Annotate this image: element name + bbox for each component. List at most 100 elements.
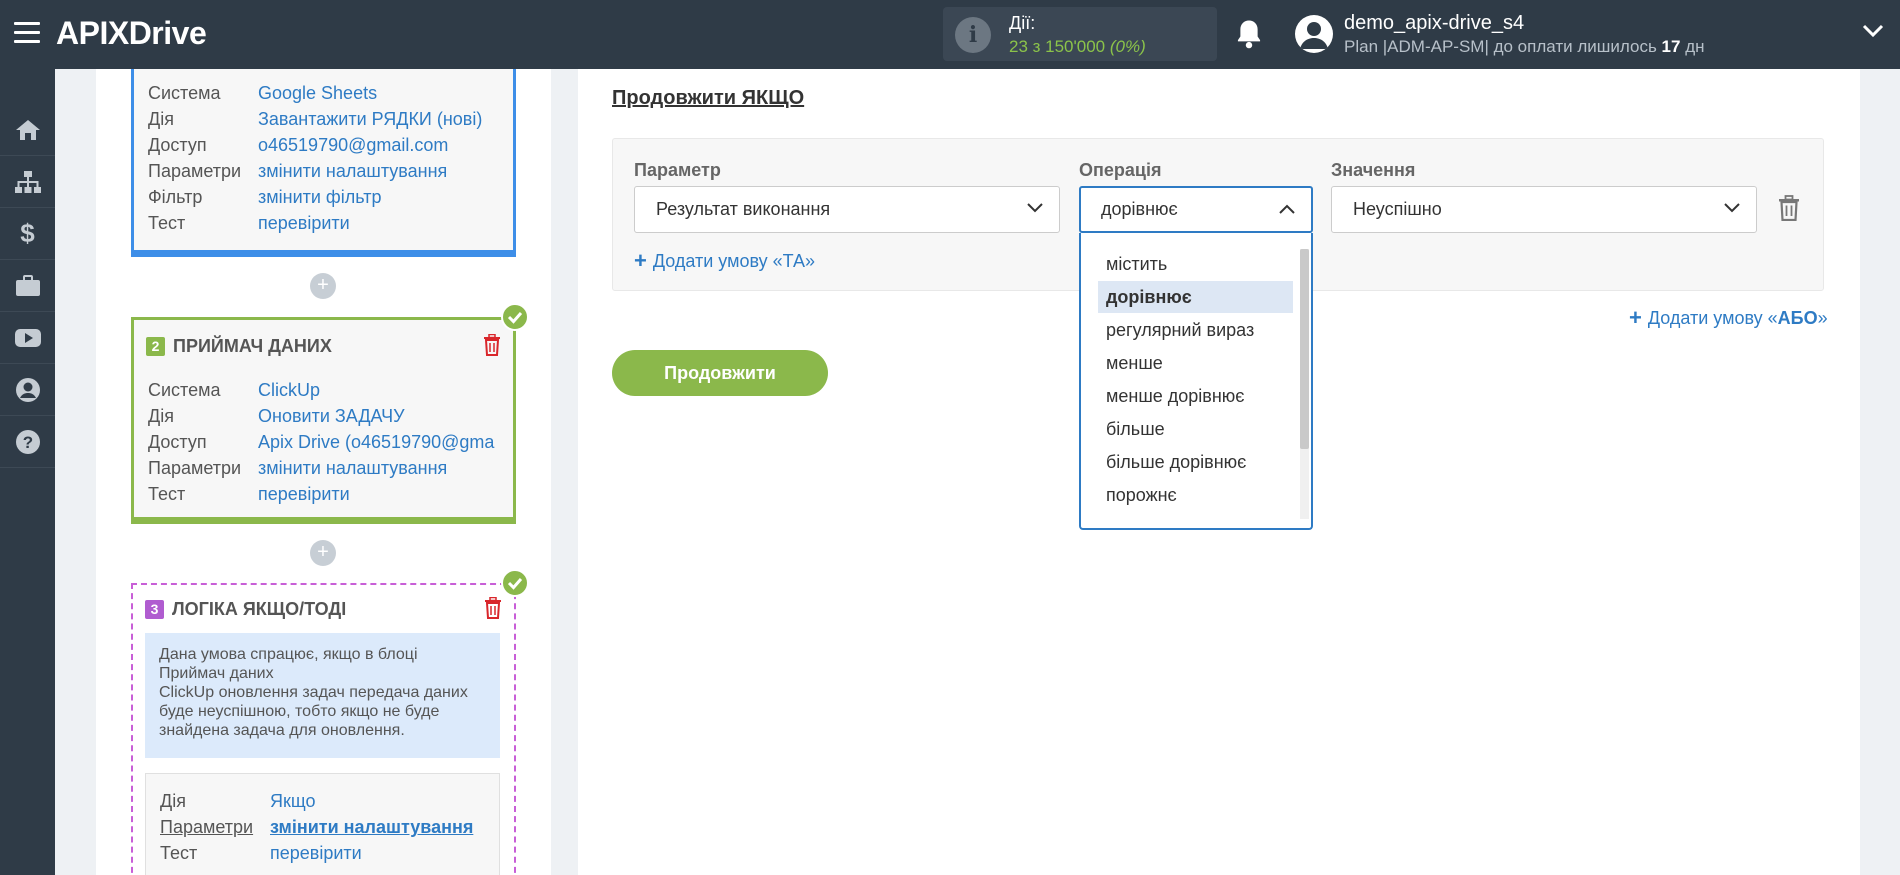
continue-button[interactable]: Продовжити [612, 350, 828, 396]
block-number-badge: 2 [146, 337, 165, 356]
hamburger-menu-icon[interactable] [14, 22, 40, 44]
trash-icon[interactable] [483, 334, 501, 356]
row-label: Фільтр [148, 187, 203, 207]
trash-icon[interactable] [484, 597, 502, 619]
actions-count-value: 23 з 150'000 [1009, 37, 1106, 56]
user-avatar-icon [1300, 22, 1328, 49]
block3-title: 3 ЛОГІКА ЯКЩО/ТОДІ [145, 599, 346, 620]
sidebar-item-briefcase[interactable] [0, 260, 55, 312]
user-avatar[interactable] [1295, 15, 1333, 53]
page-title: Продовжити ЯКЩО [612, 87, 805, 109]
parameter-label: Параметр [634, 160, 721, 180]
actions-label: Дії: [1009, 13, 1036, 33]
receiver-block: 2 ПРИЙМАЧ ДАНИХ Система ClickUp Дія Оновити… [131, 317, 516, 524]
add-block-button-2[interactable]: + [310, 540, 336, 566]
sidebar-item-home[interactable] [0, 104, 55, 156]
row-label: Параметри [160, 817, 254, 837]
check-icon [501, 569, 529, 597]
value-label: Значення [1331, 160, 1416, 180]
dropdown-scrollbar-thumb[interactable] [1300, 249, 1309, 449]
plan-days-unit: дн [1680, 37, 1705, 56]
dropdown-option[interactable]: більше дорівнює [1098, 446, 1293, 478]
actions-counter: i Дії: 23 з 150'000 (0%) [943, 7, 1217, 61]
row-value[interactable]: Завантажити РЯДКИ (нові) [258, 109, 482, 130]
dropdown-option-selected[interactable]: дорівнює [1098, 281, 1293, 313]
dropdown-option[interactable]: порожнє [1098, 479, 1293, 511]
dropdown-option[interactable]: менше [1098, 347, 1293, 379]
briefcase-icon [15, 274, 40, 296]
sidebar-item-video[interactable] [0, 312, 55, 364]
note-line: буде неуспішною, тобто якщо не буде [159, 703, 440, 720]
dropdown-option[interactable]: містить [1098, 248, 1293, 280]
add-or-condition-link[interactable]: + Додати умову «АБО» [1629, 305, 1828, 331]
dollar-icon: $ [20, 218, 35, 248]
row-value[interactable]: змінити налаштування [270, 817, 473, 838]
add-or-suffix: » [1817, 308, 1828, 328]
chevron-down-icon [1027, 203, 1043, 213]
logic-block: 3 ЛОГІКА ЯКЩО/ТОДІ Дана умова спрацює, як… [131, 583, 516, 875]
actions-count: 23 з 150'000 (0%) [1009, 37, 1146, 57]
logic-note: Дана умова спрацює, якщо в блоці Приймач… [145, 633, 500, 758]
delete-condition-icon[interactable] [1778, 195, 1800, 221]
row-label: Дія [148, 406, 174, 426]
user-name[interactable]: demo_apix-drive_s4 [1344, 12, 1524, 35]
sidebar-item-billing[interactable]: $ [0, 208, 55, 260]
row-label: Параметри [148, 458, 242, 478]
sidebar-item-structure[interactable] [0, 156, 55, 208]
row-value[interactable]: змінити фільтр [258, 187, 381, 208]
user-plan: Plan |ADM-AP-SM| до оплати лишилось 17 д… [1344, 37, 1705, 57]
row-value[interactable]: перевірити [258, 213, 350, 234]
row-label: Тест [148, 484, 186, 504]
operation-select-value: дорівнює [1101, 199, 1178, 219]
block-number-badge: 3 [145, 600, 164, 619]
value-select[interactable]: Неуспішно [1331, 186, 1757, 233]
row-value[interactable]: Google Sheets [258, 83, 377, 104]
row-value[interactable]: перевірити [258, 484, 350, 505]
sidebar: $ ? [0, 69, 55, 875]
row-label: Дія [160, 791, 186, 811]
add-block-button[interactable]: + [310, 273, 336, 299]
logic-settings: Дія Якщо Параметри змінити налаштування Те… [145, 773, 500, 875]
add-or-bold: АБО [1777, 308, 1818, 328]
add-or-label: Додати умову « [1647, 308, 1778, 328]
sidebar-item-help[interactable]: ? [0, 416, 55, 468]
dropdown-option[interactable]: більше [1098, 413, 1293, 445]
note-line: Приймач даних [159, 665, 274, 682]
info-icon: i [955, 17, 991, 53]
apix-drive-logo[interactable]: APIX Drive [56, 11, 207, 55]
row-value[interactable]: перевірити [270, 843, 362, 864]
row-label: Система [148, 380, 221, 400]
note-line: знайдена задача для оновлення. [159, 722, 405, 739]
add-and-condition-link[interactable]: + Додати умову «ТА» [634, 248, 815, 274]
sidebar-item-account[interactable] [0, 364, 55, 416]
dropdown-option[interactable]: менше дорівнює [1098, 380, 1293, 412]
row-label: Параметри [148, 161, 242, 181]
note-line: Дана умова спрацює, якщо в блоці [159, 646, 418, 663]
operation-dropdown: містить дорівнює регулярний вираз менше … [1079, 233, 1313, 530]
parameter-select[interactable]: Результат виконання [634, 186, 1060, 233]
home-icon [15, 119, 40, 140]
chevron-down-icon [1724, 203, 1740, 213]
note-line: ClickUp оновлення задач передача даних [159, 684, 468, 701]
row-label: Тест [148, 213, 186, 233]
parameter-select-value: Результат виконання [656, 199, 831, 219]
svg-text:?: ? [22, 433, 32, 452]
check-icon [501, 303, 529, 331]
top-bar: APIX Drive i Дії: 23 з 150'000 (0%) demo_… [0, 0, 1900, 69]
row-value[interactable]: ClickUp [258, 380, 320, 401]
plan-days: 17 [1661, 37, 1681, 56]
chevron-down-icon[interactable] [1862, 24, 1884, 38]
sitemap-icon [14, 170, 41, 193]
row-value[interactable]: o46519790@gmail.com [258, 135, 448, 156]
operation-select[interactable]: дорівнює [1079, 186, 1313, 233]
row-value[interactable]: змінити налаштування [258, 458, 447, 479]
source-block: Система Google Sheets Дія Завантажити РЯДК… [131, 69, 516, 257]
chevron-up-icon [1279, 204, 1295, 214]
row-value[interactable]: Оновити ЗАДАЧУ [258, 406, 405, 427]
bell-icon[interactable] [1234, 18, 1264, 50]
row-value[interactable]: Apix Drive (o46519790@gma [258, 432, 494, 453]
dropdown-option[interactable]: регулярний вираз [1098, 314, 1293, 346]
row-label: Тест [160, 843, 198, 863]
row-value[interactable]: Якщо [270, 791, 316, 812]
row-value[interactable]: змінити налаштування [258, 161, 447, 182]
